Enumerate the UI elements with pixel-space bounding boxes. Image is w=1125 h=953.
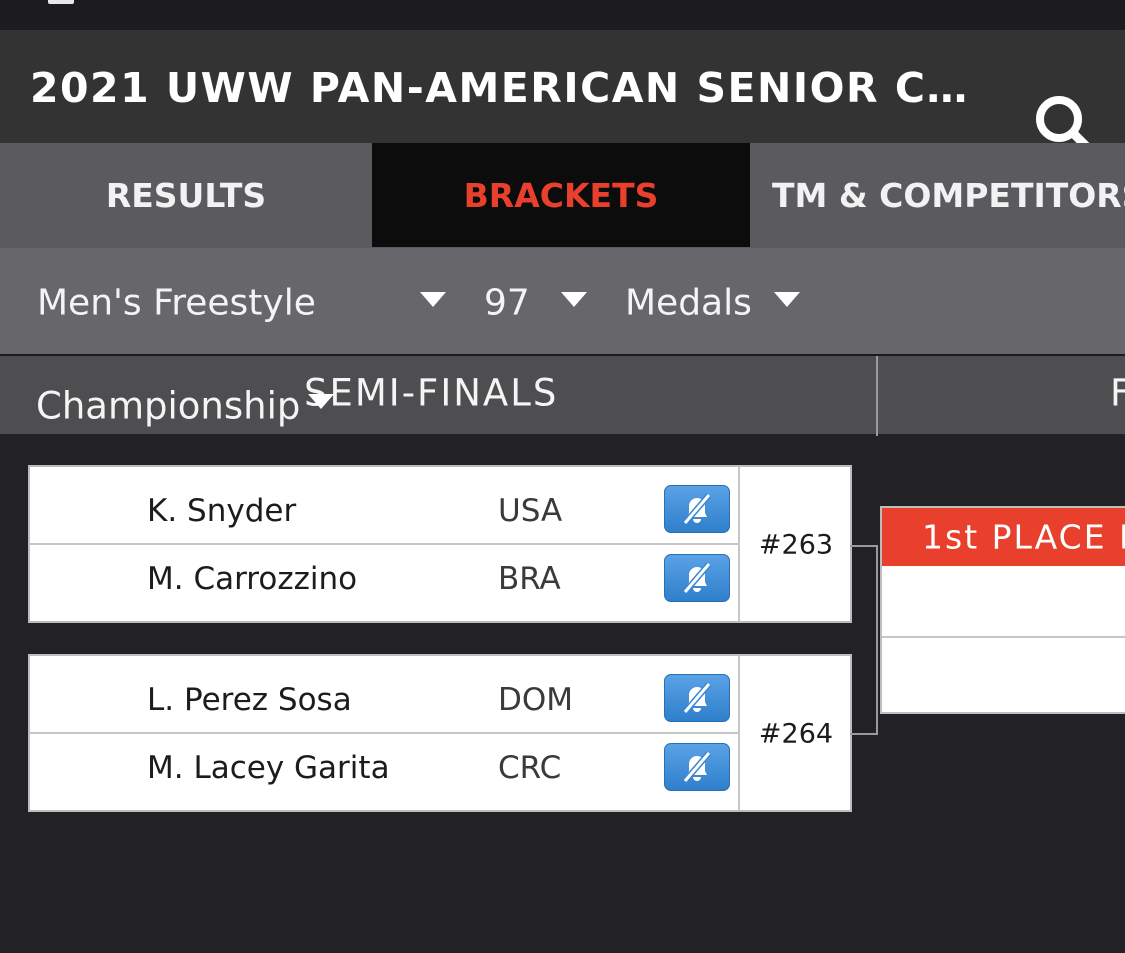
notification-bell-button[interactable] [664, 674, 730, 722]
status-bar [0, 0, 1125, 30]
wrestler-country: BRA [498, 561, 561, 597]
bracket-connector [850, 545, 878, 735]
match-number: #263 [758, 529, 834, 561]
chevron-down-icon[interactable] [420, 292, 446, 307]
style-select[interactable]: Men's Freestyle [37, 283, 316, 324]
page-title: 2021 UWW PAN-AMERICAN SENIOR C… [30, 64, 969, 112]
tab-tm-competitors[interactable]: TM & COMPETITORS [750, 143, 1125, 247]
wrestler-name[interactable]: M. Lacey Garita [147, 750, 390, 786]
notification-bell-button[interactable] [664, 743, 730, 791]
divider [30, 543, 738, 545]
wrestler-country: USA [498, 493, 563, 529]
wrestler-name[interactable]: L. Perez Sosa [147, 682, 352, 718]
wrestler-country: CRC [498, 750, 562, 786]
chevron-down-icon[interactable] [561, 292, 587, 307]
division-select[interactable]: Championship [36, 385, 300, 428]
final-match-card[interactable]: 1st PLACE B [880, 506, 1125, 714]
match-card[interactable]: L. Perez Sosa DOM M. Lacey Garita CRC #2… [28, 654, 852, 812]
tab-results[interactable]: RESULTS [0, 143, 372, 247]
weight-select[interactable]: 97 [484, 283, 530, 324]
divider [30, 732, 738, 734]
match-number: #264 [758, 718, 834, 750]
match-card[interactable]: K. Snyder USA M. Carrozzino BRA #263 [28, 465, 852, 623]
app-header: 2021 UWW PAN-AMERICAN SENIOR C… [0, 30, 1125, 157]
bell-muted-icon [682, 751, 712, 783]
checkbox-icon [48, 0, 74, 4]
bracket-type-select[interactable]: Medals [625, 283, 752, 324]
divider [738, 467, 740, 621]
divider [876, 356, 878, 436]
notification-bell-button[interactable] [664, 554, 730, 602]
divider [882, 636, 1125, 638]
bell-muted-icon [682, 493, 712, 525]
wrestler-name[interactable]: K. Snyder [147, 493, 296, 529]
tab-brackets[interactable]: BRACKETS [372, 143, 750, 247]
bell-muted-icon [682, 562, 712, 594]
notification-bell-button[interactable] [664, 485, 730, 533]
wrestler-country: DOM [498, 682, 574, 718]
chevron-down-icon[interactable] [774, 292, 800, 307]
final-header-label: 1st PLACE B [922, 517, 1125, 557]
bell-muted-icon [682, 682, 712, 714]
divider [738, 656, 740, 810]
round-label-finals: F [1110, 371, 1125, 415]
chevron-down-icon[interactable] [308, 394, 334, 409]
tab-bar: RESULTS BRACKETS TM & COMPETITORS [0, 143, 1125, 248]
wrestler-name[interactable]: M. Carrozzino [147, 561, 357, 597]
round-label-semifinals: SEMI-FINALS [304, 371, 559, 415]
